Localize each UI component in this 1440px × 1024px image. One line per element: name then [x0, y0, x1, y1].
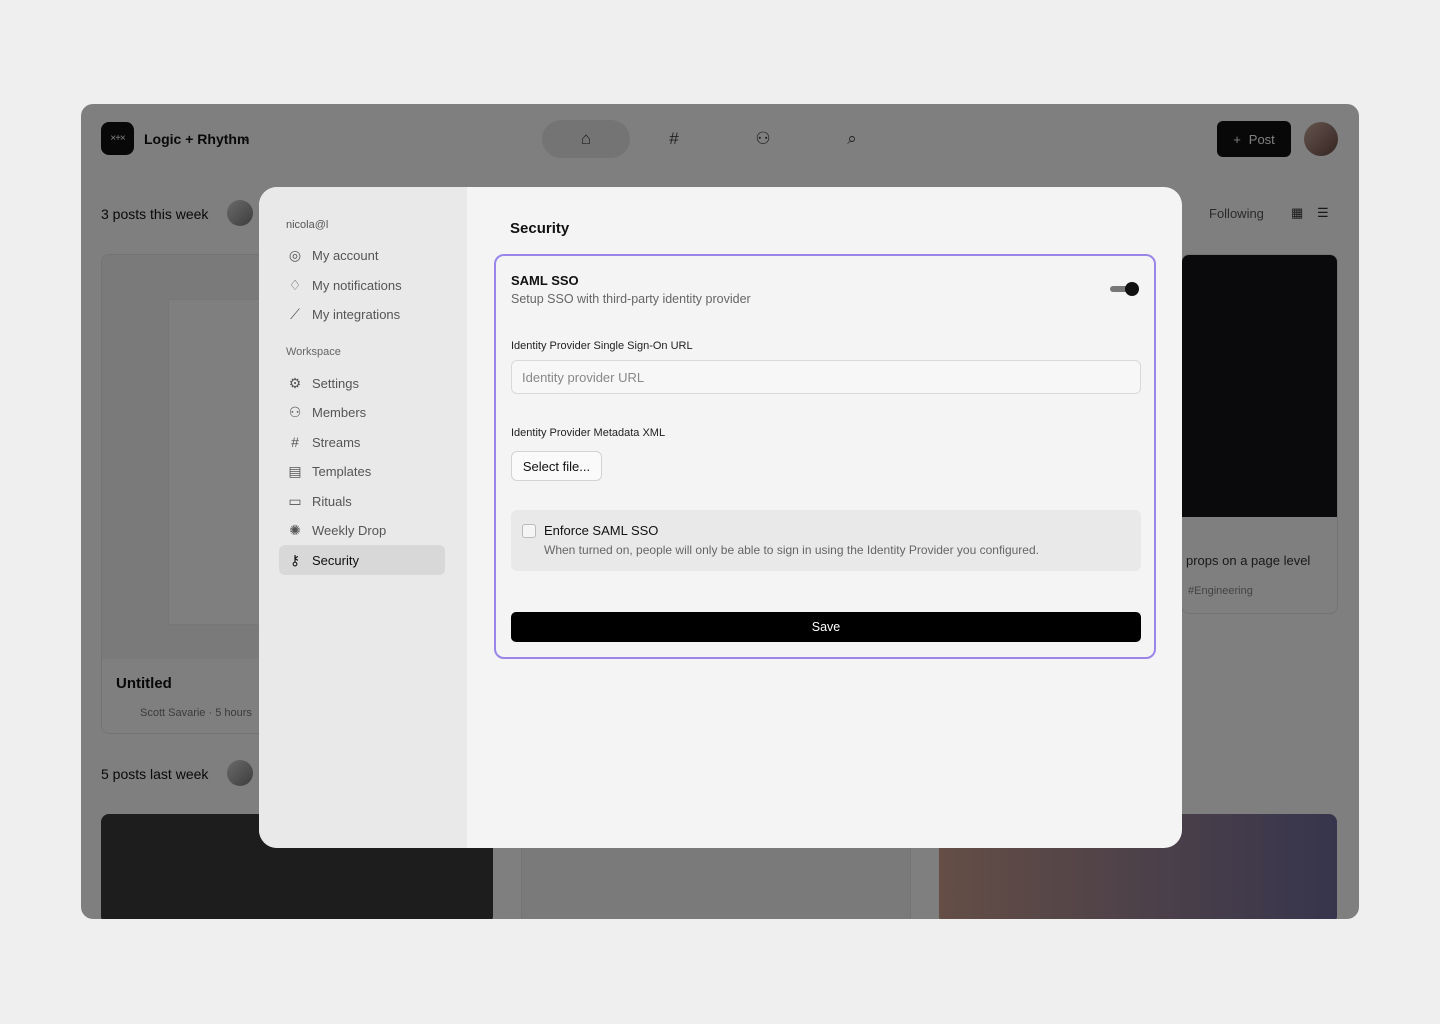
- saml-subtitle: Setup SSO with third-party identity prov…: [511, 292, 751, 306]
- sidebar-item-label: My notifications: [312, 277, 402, 293]
- saml-title: SAML SSO: [511, 273, 579, 288]
- sidebar-item-label: Settings: [312, 375, 359, 391]
- settings-sidebar: nicola@l ◎ My account ♢ My notifications…: [259, 187, 467, 848]
- save-button[interactable]: Save: [511, 612, 1141, 642]
- select-file-button[interactable]: Select file...: [511, 451, 602, 481]
- hash-icon: #: [291, 434, 299, 450]
- idp-url-input[interactable]: [511, 360, 1141, 394]
- sidebar-item-templates[interactable]: ▤ Templates: [279, 456, 445, 486]
- sidebar-item-security[interactable]: ⚷ Security: [279, 545, 445, 575]
- sidebar-item-weekly-drop[interactable]: ✺ Weekly Drop: [279, 515, 445, 545]
- page-title: Security: [510, 220, 570, 237]
- sidebar-item-settings[interactable]: ⚙ Settings: [279, 368, 445, 398]
- saml-sso-toggle[interactable]: [1110, 282, 1140, 296]
- enforce-saml-option: Enforce SAML SSO When turned on, people …: [511, 510, 1141, 571]
- sidebar-item-members[interactable]: ⚇ Members: [279, 397, 445, 427]
- gear-icon: ⚙: [288, 374, 302, 391]
- settings-content: Security SAML SSO Setup SSO with third-p…: [467, 187, 1182, 848]
- sidebar-item-label: My account: [312, 247, 379, 263]
- template-icon: ▤: [288, 462, 302, 479]
- idp-metadata-label: Identity Provider Metadata XML: [511, 427, 666, 439]
- bell-icon: ♢: [288, 276, 302, 293]
- sidebar-item-label: Rituals: [312, 493, 352, 509]
- sidebar-item-my-integrations[interactable]: ⟋ My integrations: [279, 299, 445, 329]
- sidebar-item-label: Members: [312, 404, 367, 420]
- enforce-saml-checkbox[interactable]: [522, 524, 536, 538]
- sidebar-item-my-notifications[interactable]: ♢ My notifications: [279, 270, 445, 300]
- sidebar-item-streams[interactable]: # Streams: [279, 427, 445, 457]
- badge-icon: ✺: [289, 521, 301, 538]
- enforce-saml-description: When turned on, people will only be able…: [544, 543, 1039, 557]
- sidebar-item-label: Templates: [312, 463, 372, 479]
- people-icon: ⚇: [288, 403, 302, 420]
- sidebar-item-rituals[interactable]: ▭ Rituals: [279, 486, 445, 516]
- sidebar-item-label: Security: [312, 552, 359, 568]
- toggle-knob: [1125, 282, 1139, 296]
- idp-url-label: Identity Provider Single Sign-On URL: [511, 340, 693, 352]
- sidebar-item-my-account[interactable]: ◎ My account: [279, 240, 445, 270]
- workspace-section-label: Workspace: [286, 346, 341, 358]
- sidebar-item-label: My integrations: [312, 306, 401, 322]
- user-circle-icon: ◎: [288, 246, 302, 263]
- plug-icon: ⟋: [290, 305, 300, 322]
- settings-modal: nicola@l ◎ My account ♢ My notifications…: [259, 187, 1182, 848]
- user-email: nicola@l: [286, 219, 329, 231]
- calendar-icon: ▭: [288, 492, 302, 509]
- sidebar-item-label: Streams: [312, 434, 361, 450]
- key-icon: ⚷: [289, 551, 301, 568]
- saml-sso-panel: SAML SSO Setup SSO with third-party iden…: [494, 254, 1156, 659]
- enforce-saml-title: Enforce SAML SSO: [544, 523, 659, 538]
- sidebar-item-label: Weekly Drop: [312, 522, 387, 538]
